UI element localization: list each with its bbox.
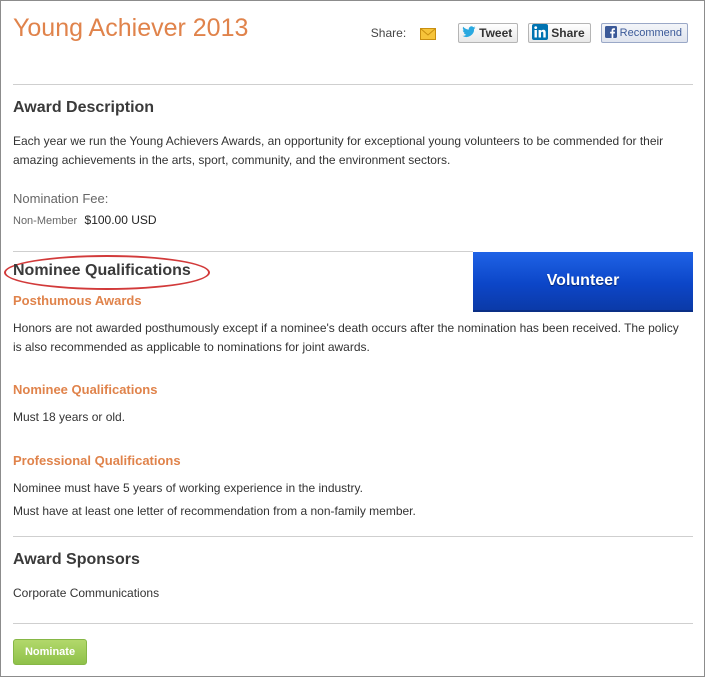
divider bbox=[13, 251, 473, 252]
divider bbox=[13, 536, 693, 537]
facebook-icon bbox=[604, 25, 617, 41]
facebook-recommend-label: Recommend bbox=[619, 27, 682, 39]
nominate-button[interactable]: Nominate bbox=[13, 639, 87, 665]
share-label: Share: bbox=[370, 26, 407, 40]
linkedin-share-label: Share bbox=[551, 26, 585, 40]
share-bar: Share: Tweet Share Recommend bbox=[371, 22, 688, 44]
award-description-text: Each year we run the Young Achievers Awa… bbox=[13, 134, 664, 167]
award-sponsors-heading: Award Sponsors bbox=[13, 551, 140, 568]
professional-qualifications-line-2: Must have at least one letter of recomme… bbox=[13, 504, 416, 518]
volunteer-button[interactable]: Volunteer bbox=[473, 252, 693, 312]
linkedin-share-button[interactable]: Share bbox=[528, 23, 591, 43]
posthumous-awards-heading: Posthumous Awards bbox=[13, 293, 142, 308]
divider bbox=[13, 84, 693, 85]
twitter-bird-icon bbox=[462, 25, 476, 41]
professional-qualifications-heading: Professional Qualifications bbox=[13, 453, 181, 468]
tweet-label: Tweet bbox=[479, 26, 513, 40]
page-title: Young Achiever 2013 bbox=[13, 14, 249, 42]
nominee-qualifications-text: Must 18 years or old. bbox=[13, 410, 126, 424]
linkedin-icon bbox=[532, 23, 549, 43]
nominee-qualifications-subheading: Nominee Qualifications bbox=[13, 382, 158, 397]
posthumous-awards-text: Honors are not awarded posthumously exce… bbox=[13, 321, 679, 354]
award-description-heading: Award Description bbox=[13, 99, 155, 116]
professional-qualifications-line-1: Nominee must have 5 years of working exp… bbox=[13, 481, 363, 495]
nomination-fee-row: Non-Member $100.00 USD bbox=[13, 213, 157, 227]
fee-member-type: Non-Member bbox=[13, 215, 78, 227]
email-icon[interactable] bbox=[420, 27, 437, 40]
facebook-recommend-button[interactable]: Recommend bbox=[600, 23, 688, 43]
nomination-fee-label: Nomination Fee: bbox=[13, 191, 109, 206]
divider bbox=[13, 623, 693, 624]
award-sponsors-text: Corporate Communications bbox=[13, 586, 160, 600]
nominee-qualifications-heading: Nominee Qualifications bbox=[13, 262, 191, 279]
fee-amount: $100.00 USD bbox=[84, 213, 157, 227]
tweet-button[interactable]: Tweet bbox=[458, 23, 519, 43]
